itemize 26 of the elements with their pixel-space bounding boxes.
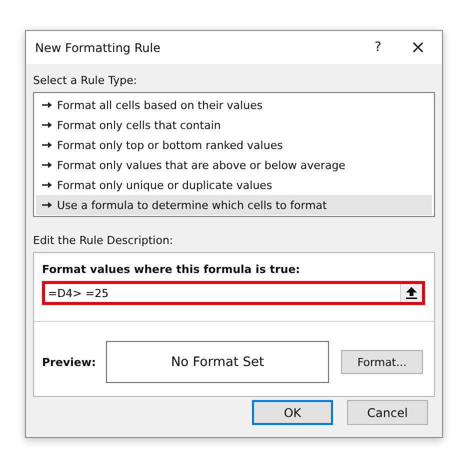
dialog-button[interactable]: Cancel: [347, 400, 428, 425]
window-title: New Formatting Rule: [35, 40, 162, 54]
up-arrow-icon: [406, 287, 417, 299]
arrow-icon: [42, 102, 52, 108]
arrow-icon: [42, 162, 52, 168]
arrow-icon: [42, 202, 52, 208]
rule-type-item[interactable]: Use a formula to determine which cells to format: [36, 195, 432, 215]
arrow-icon: [42, 182, 52, 188]
rule-type-item[interactable]: Format only unique or duplicate values: [36, 175, 432, 195]
formula-field[interactable]: =D4> =25: [42, 281, 425, 305]
rule-type-item[interactable]: Format all cells based on their values: [36, 95, 432, 115]
rule-type-item[interactable]: Format only top or bottom ranked values: [36, 135, 432, 155]
collapse-button[interactable]: [400, 284, 422, 302]
formula-label: Format values where this formula is true:: [42, 263, 302, 276]
preview-label: Preview:: [42, 356, 97, 368]
rule-type-item[interactable]: Format only values that are above or below average: [36, 155, 432, 175]
section-label: Select a Rule Type:: [33, 74, 138, 87]
rule-type-item[interactable]: Format only cells that contain: [36, 115, 432, 135]
section-label: Edit the Rule Description:: [33, 234, 174, 247]
arrow-icon: [42, 142, 52, 148]
help-button[interactable]: ?: [358, 31, 398, 64]
dialog-button[interactable]: OK: [252, 400, 333, 425]
close-button[interactable]: ×: [398, 31, 438, 64]
preview-box: No Format Set: [106, 341, 329, 383]
format-button[interactable]: Format...: [341, 350, 423, 374]
arrow-icon: [42, 122, 52, 128]
